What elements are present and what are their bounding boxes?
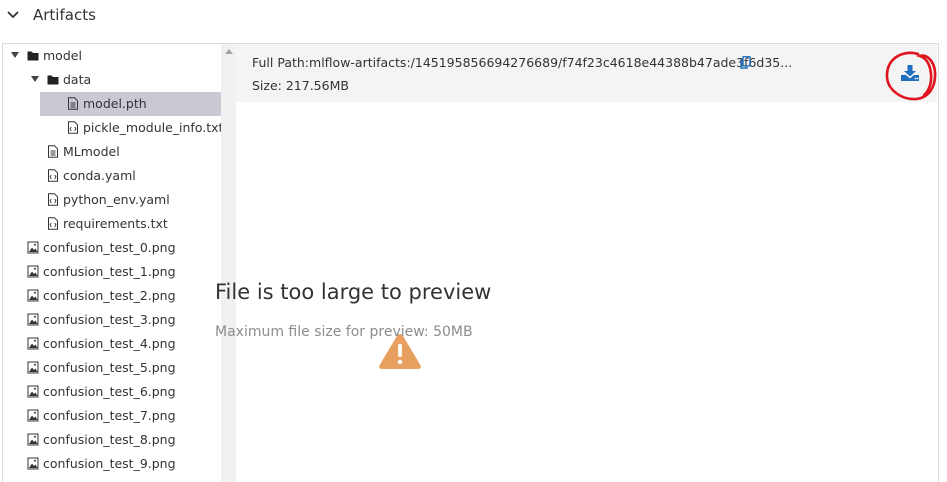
tree-item-label: confusion_test_2.png bbox=[43, 288, 176, 303]
scroll-up-arrow-icon[interactable] bbox=[225, 49, 233, 54]
tree-item-label: model.pth bbox=[83, 96, 147, 111]
tree-item-label: confusion_test_6.png bbox=[43, 384, 176, 399]
tree-item-label: MLmodel bbox=[63, 144, 120, 159]
image-file-icon bbox=[27, 265, 39, 278]
tree-folder-item[interactable]: data bbox=[3, 68, 221, 92]
tree-file-item[interactable]: confusion_test_6.png bbox=[3, 380, 221, 404]
section-title: Artifacts bbox=[33, 6, 96, 24]
download-icon[interactable] bbox=[900, 64, 920, 82]
image-file-icon bbox=[27, 361, 39, 374]
preview-error-subtitle: Maximum file size for preview: 50MB bbox=[215, 324, 473, 340]
tree-file-item[interactable]: python_env.yaml bbox=[3, 188, 221, 212]
file-size-text: Size: 217.56MB bbox=[252, 78, 349, 93]
tree-item-label: data bbox=[63, 72, 92, 87]
image-file-icon bbox=[27, 289, 39, 302]
tree-file-item[interactable]: confusion_test_0.png bbox=[3, 236, 221, 260]
folder-icon bbox=[47, 75, 59, 85]
image-file-icon bbox=[27, 241, 39, 254]
tree-item-label: requirements.txt bbox=[63, 216, 168, 231]
image-file-icon bbox=[27, 457, 39, 470]
code-file-icon bbox=[48, 169, 58, 182]
tree-file-item[interactable]: confusion_test_5.png bbox=[3, 356, 221, 380]
file-icon bbox=[48, 145, 58, 158]
code-file-icon bbox=[48, 193, 58, 206]
tree-item-label: pickle_module_info.txt bbox=[83, 120, 224, 135]
code-file-icon bbox=[48, 217, 58, 230]
image-file-icon bbox=[27, 409, 39, 422]
preview-error-title: File is too large to preview bbox=[215, 280, 492, 304]
image-file-icon bbox=[27, 433, 39, 446]
tree-file-item[interactable]: model.pth bbox=[3, 92, 221, 116]
artifact-detail-panel: Full Path:mlflow-artifacts:/145195856694… bbox=[236, 43, 939, 482]
tree-file-item[interactable]: pickle_module_info.txt bbox=[3, 116, 224, 140]
tree-file-item[interactable]: confusion_test_8.png bbox=[3, 428, 221, 452]
code-file-icon bbox=[68, 121, 78, 134]
tree-item-label: confusion_test_3.png bbox=[43, 312, 176, 327]
tree-item-label: model bbox=[43, 48, 82, 63]
tree-item-label: confusion_test_4.png bbox=[43, 336, 176, 351]
artifact-tree: model data model.pth pickle_module_info.txt… bbox=[2, 43, 236, 482]
tree-file-item[interactable]: confusion_test_7.png bbox=[3, 404, 221, 428]
caret-down-icon[interactable] bbox=[30, 74, 40, 84]
tree-folder-item[interactable]: model bbox=[3, 44, 221, 68]
tree-item-label: confusion_test_1.png bbox=[43, 264, 176, 279]
tree-file-item[interactable]: requirements.txt bbox=[3, 212, 221, 236]
tree-file-item[interactable]: confusion_test_9.png bbox=[3, 452, 221, 476]
tree-item-label: python_env.yaml bbox=[63, 192, 170, 207]
copy-icon[interactable] bbox=[740, 56, 751, 69]
tree-item-label: confusion_test_8.png bbox=[43, 432, 176, 447]
tree-file-item[interactable]: confusion_test_3.png bbox=[3, 308, 221, 332]
caret-down-icon[interactable] bbox=[10, 50, 20, 60]
full-path-text: Full Path:mlflow-artifacts:/145195856694… bbox=[252, 55, 793, 70]
artifacts-section-header[interactable]: Artifacts bbox=[0, 0, 947, 34]
file-icon bbox=[68, 97, 78, 110]
tree-file-item[interactable]: confusion_test_1.png bbox=[3, 260, 221, 284]
tree-item-label: confusion_test_5.png bbox=[43, 360, 176, 375]
tree-scrollbar[interactable] bbox=[221, 44, 236, 482]
tree-item-label: confusion_test_9.png bbox=[43, 456, 176, 471]
tree-file-item[interactable]: conda.yaml bbox=[3, 164, 221, 188]
image-file-icon bbox=[27, 337, 39, 350]
image-file-icon bbox=[27, 313, 39, 326]
tree-item-label: confusion_test_0.png bbox=[43, 240, 176, 255]
image-file-icon bbox=[27, 385, 39, 398]
tree-file-item[interactable]: confusion_test_2.png bbox=[3, 284, 221, 308]
tree-file-item[interactable]: confusion_test_4.png bbox=[3, 332, 221, 356]
artifact-info-header: Full Path:mlflow-artifacts:/145195856694… bbox=[236, 44, 937, 102]
tree-file-item[interactable]: MLmodel bbox=[3, 140, 221, 164]
tree-item-label: confusion_test_7.png bbox=[43, 408, 176, 423]
tree-item-label: conda.yaml bbox=[63, 168, 136, 183]
folder-icon bbox=[27, 51, 39, 61]
chevron-down-icon[interactable] bbox=[6, 8, 20, 22]
